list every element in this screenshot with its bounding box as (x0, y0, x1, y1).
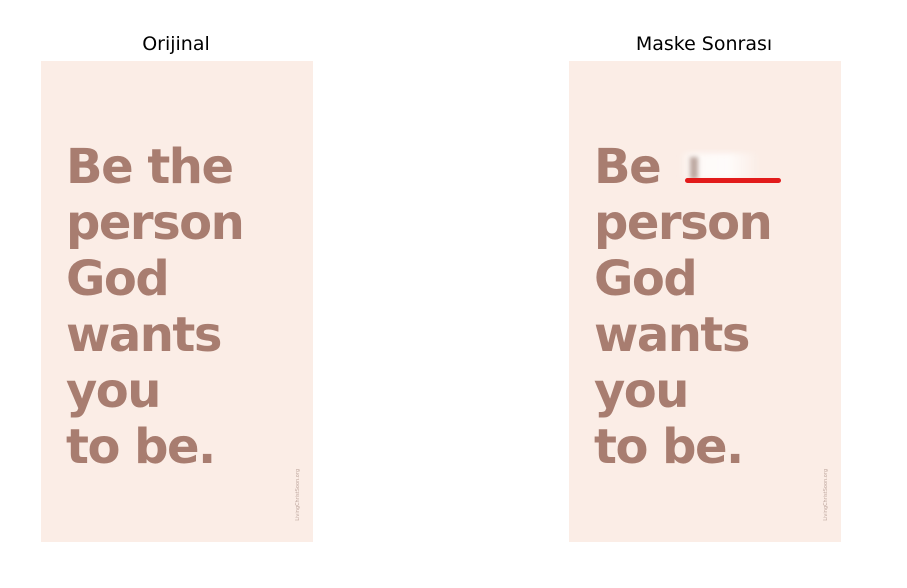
quote-line: God (594, 251, 698, 307)
quote-word-be: Be (594, 139, 662, 195)
quote-line: Be the (66, 139, 234, 195)
quote-text: Be person God wants you to be. (594, 139, 776, 475)
original-poster: Be the person God wants you to be. Livin… (41, 61, 313, 542)
panel-title-masked: Maske Sonrası (635, 33, 773, 55)
quote-line: to be. (66, 419, 216, 475)
panel-title-original: Orijinal (142, 33, 210, 55)
quote-line: you (594, 363, 689, 419)
watermark-text: LivingChristSoon.org (295, 469, 301, 521)
quote-line: wants (594, 307, 750, 363)
mask-underline (685, 178, 781, 183)
quote-line: wants (66, 307, 222, 363)
quote-line: person (66, 195, 245, 251)
watermark-text: LivingChristSoon.org (823, 469, 829, 521)
quote-text: Be the person God wants you to be. (66, 139, 245, 475)
quote-line: to be. (594, 419, 744, 475)
quote-line: Be (594, 139, 776, 195)
mask-remnant (690, 157, 699, 179)
masked-poster: Be person God wants you to be. LivingChr… (569, 61, 841, 542)
quote-line: person (594, 195, 773, 251)
quote-line: you (66, 363, 161, 419)
quote-line: God (66, 251, 170, 307)
